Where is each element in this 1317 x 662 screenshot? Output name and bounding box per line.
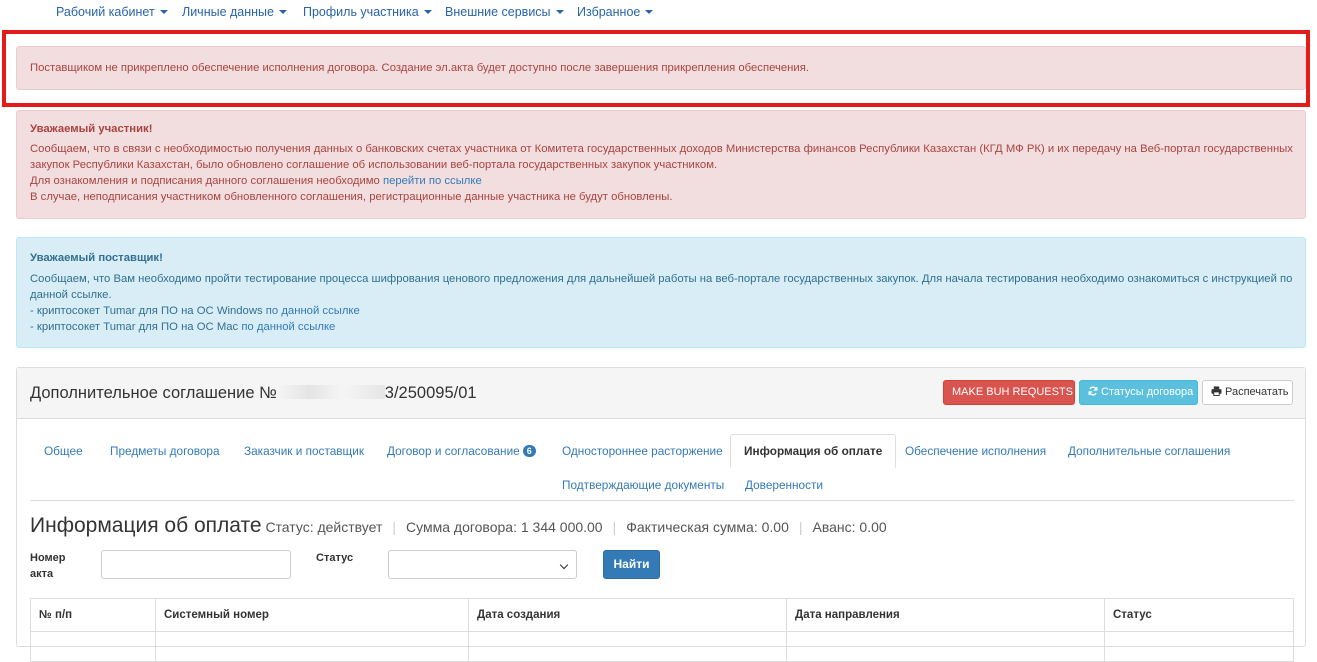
refresh-icon bbox=[1088, 386, 1098, 396]
caret-down-icon bbox=[159, 10, 168, 14]
caret-down-icon bbox=[279, 10, 287, 14]
participant-agreement-alert: Уважаемый участник! Сообщаем, что в связ… bbox=[16, 110, 1306, 219]
chevron-down-icon bbox=[559, 560, 569, 570]
tab-divider bbox=[30, 500, 1294, 501]
tumar-windows-link[interactable]: по данной ссылке bbox=[266, 305, 360, 317]
payment-acts-table: № п/п Системный номер Дата создания Дата… bbox=[30, 598, 1294, 662]
highlight-frame bbox=[2, 30, 1310, 107]
printer-icon bbox=[1211, 386, 1222, 396]
alert-text: - криптосокет Tumar для ПО на ОС Windows… bbox=[30, 305, 360, 317]
alert-text: - криптосокет Tumar для ПО на ОС Mac по … bbox=[30, 321, 336, 333]
tab-additional-agreements[interactable]: Дополнительные соглашения bbox=[1068, 444, 1230, 458]
print-button[interactable]: Распечатать bbox=[1202, 380, 1293, 405]
column-header[interactable]: Системный номер bbox=[155, 598, 469, 632]
nav-external-services[interactable]: Внешние сервисы bbox=[445, 5, 564, 19]
column-header[interactable]: Статус bbox=[1104, 598, 1294, 632]
panel-header: Дополнительное соглашение № 3/250095/01 M… bbox=[17, 368, 1305, 419]
alert-title: Уважаемый участник! bbox=[30, 123, 153, 135]
tab-unilateral-termination[interactable]: Одностороннее расторжение bbox=[562, 444, 723, 458]
table-header-row: № п/п Системный номер Дата создания Дата… bbox=[30, 598, 1294, 632]
actual-sum: Фактическая сумма: 0.00 bbox=[626, 519, 789, 535]
table-row bbox=[30, 631, 1294, 662]
approval-count-badge: 6 bbox=[522, 445, 536, 457]
top-navigation: Рабочий кабинет Личные данные Профиль уч… bbox=[0, 0, 1317, 24]
tab-payment-info[interactable]: Информация об оплате bbox=[730, 434, 897, 468]
nav-work-cabinet[interactable]: Рабочий кабинет bbox=[56, 5, 168, 19]
find-button[interactable]: Найти bbox=[603, 550, 660, 579]
tab-supporting-documents[interactable]: Подтверждающие документы bbox=[562, 478, 724, 492]
column-header[interactable]: Дата направления bbox=[786, 598, 1105, 632]
column-header[interactable]: Дата создания bbox=[468, 598, 787, 632]
caret-down-icon bbox=[423, 10, 432, 14]
alert-text: данной ссылке. bbox=[30, 289, 112, 301]
tab-powers-of-attorney[interactable]: Доверенности bbox=[745, 478, 823, 492]
masked-number bbox=[276, 385, 385, 399]
agreement-link[interactable]: перейти по ссылке bbox=[383, 175, 482, 187]
tab-performance-security[interactable]: Обеспечение исполнения bbox=[905, 444, 1046, 458]
alert-title: Уважаемый поставщик! bbox=[30, 252, 163, 264]
alert-text: Сообщаем, что в связи с необходимостью п… bbox=[30, 143, 1293, 155]
supplier-testing-alert: Уважаемый поставщик! Сообщаем, что Вам н… bbox=[16, 237, 1306, 348]
tab-general[interactable]: Общее bbox=[44, 444, 83, 458]
alert-text: В случае, неподписания участником обновл… bbox=[30, 191, 673, 203]
advance-sum: Аванс: 0.00 bbox=[812, 519, 887, 535]
section-title: Информация об оплате bbox=[30, 514, 262, 537]
payment-info-header: Информация об оплате Статус: действует | С… bbox=[30, 514, 887, 537]
make-buh-requests-button[interactable]: MAKE BUH REQUESTS bbox=[943, 380, 1075, 405]
agreement-panel: Дополнительное соглашение № 3/250095/01 M… bbox=[16, 367, 1306, 662]
alert-text: закупок Республики Казахстан, было обнов… bbox=[30, 159, 718, 171]
status-select[interactable] bbox=[388, 550, 577, 579]
act-number-label: Номер акта bbox=[30, 552, 66, 580]
tumar-mac-link[interactable]: по данной ссылке bbox=[241, 321, 335, 333]
column-header[interactable]: № п/п bbox=[30, 598, 156, 632]
nav-favorites[interactable]: Избранное bbox=[577, 5, 654, 19]
tab-contract-items[interactable]: Предметы договора bbox=[110, 444, 220, 458]
nav-personal-data[interactable]: Личные данные bbox=[182, 5, 287, 19]
contract-status: Статус: действует bbox=[265, 519, 383, 535]
alert-text: Сообщаем, что Вам необходимо пройти тест… bbox=[30, 273, 1293, 285]
nav-participant-profile[interactable]: Профиль участника bbox=[303, 5, 432, 19]
caret-down-icon bbox=[555, 10, 564, 14]
tab-customer-supplier[interactable]: Заказчик и поставщик bbox=[244, 444, 364, 458]
status-label: Статус bbox=[316, 552, 354, 564]
contract-sum: Сумма договора: 1 344 000.00 bbox=[406, 519, 603, 535]
contract-statuses-button[interactable]: Статусы договора bbox=[1079, 380, 1198, 405]
page-title: Дополнительное соглашение № 3/250095/01 bbox=[30, 384, 477, 402]
act-number-input[interactable] bbox=[101, 550, 291, 579]
caret-down-icon bbox=[645, 10, 654, 14]
alert-text: Для ознакомления и подписания данного со… bbox=[30, 175, 482, 187]
tab-contract-approval[interactable]: Договор и согласование 6 bbox=[387, 444, 536, 458]
